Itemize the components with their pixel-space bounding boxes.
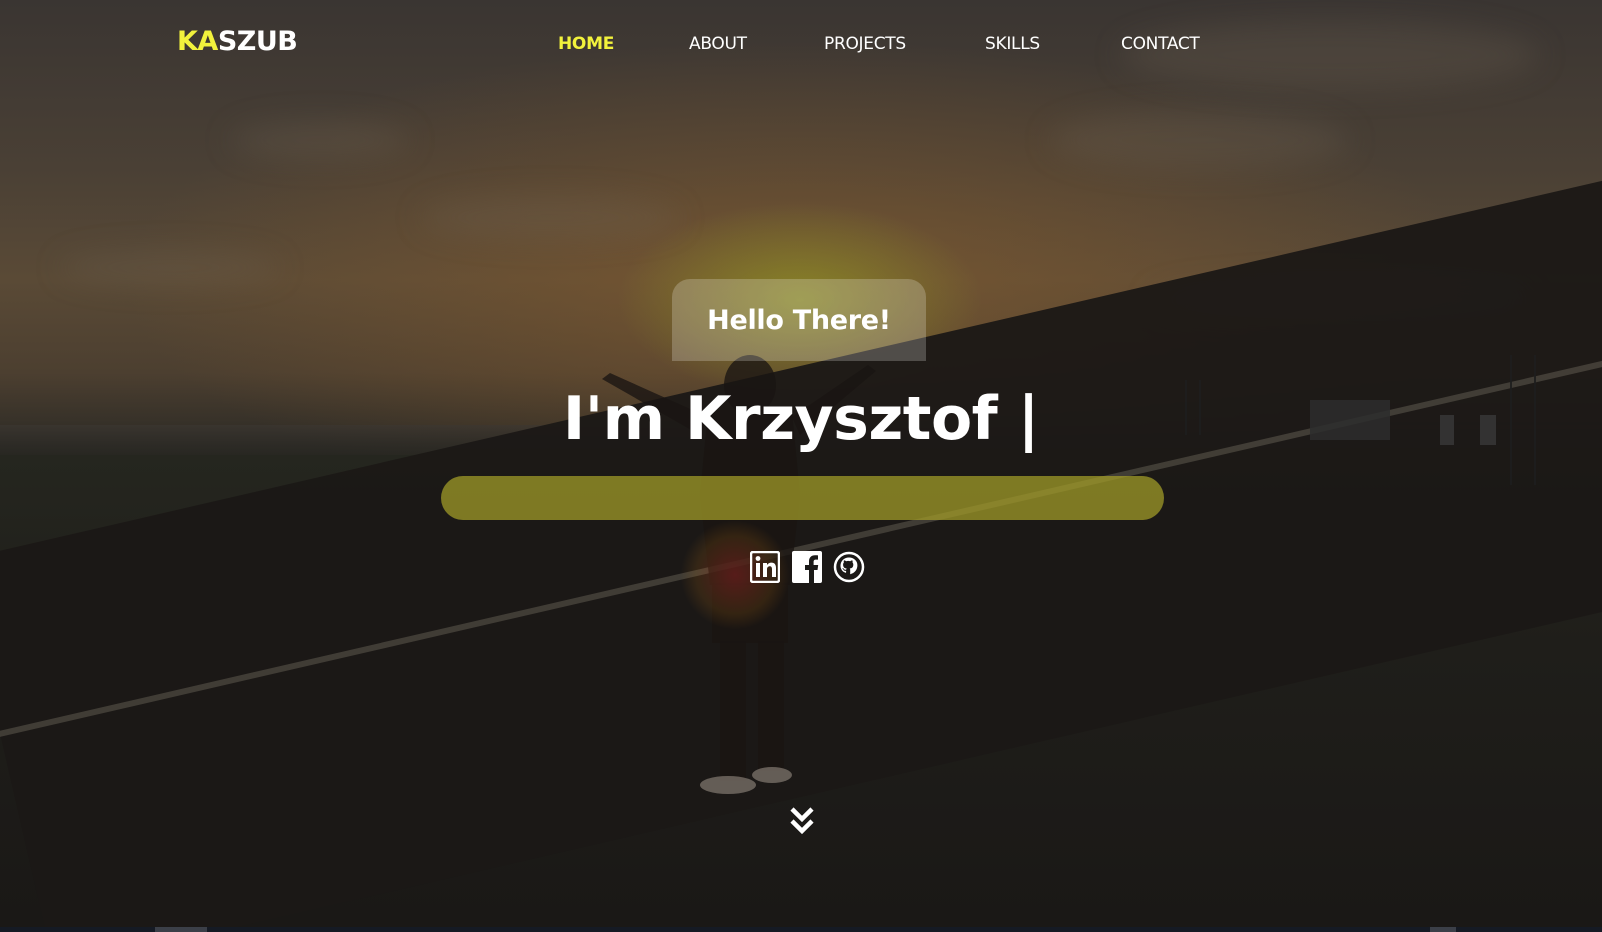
logo-text: SZUB [217, 26, 298, 57]
typing-subtitle-bar [441, 476, 1164, 520]
greeting-text: Hello There! [707, 304, 891, 336]
site-logo[interactable]: KASZUB [177, 26, 298, 57]
bottom-scroll-tab [155, 927, 207, 932]
background-cloud [1050, 110, 1350, 170]
background-cloud [230, 120, 410, 160]
background-cloud [420, 195, 680, 240]
double-chevron-down-icon[interactable] [788, 805, 816, 841]
top-navigation: KASZUB HOME ABOUT PROJECTS SKILLS CONTAC… [0, 0, 1602, 86]
social-links [748, 549, 866, 585]
hero-section: KASZUB HOME ABOUT PROJECTS SKILLS CONTAC… [0, 0, 1602, 932]
linkedin-icon[interactable] [748, 549, 782, 585]
nav-link-home[interactable]: HOME [558, 34, 614, 54]
headline: I'm Krzysztof | [562, 384, 1040, 454]
facebook-icon[interactable] [790, 549, 824, 585]
nav-link-contact[interactable]: CONTACT [1121, 34, 1200, 54]
logo-accent: KA [177, 26, 218, 57]
nav-link-about[interactable]: ABOUT [689, 34, 747, 54]
github-icon[interactable] [832, 549, 866, 585]
nav-link-projects[interactable]: PROJECTS [824, 34, 906, 54]
bottom-scroll-tab [1430, 927, 1456, 932]
nav-link-skills[interactable]: SKILLS [985, 34, 1040, 54]
bottom-edge [0, 927, 1602, 932]
greeting-box: Hello There! [672, 279, 926, 361]
background-cloud [60, 250, 280, 285]
